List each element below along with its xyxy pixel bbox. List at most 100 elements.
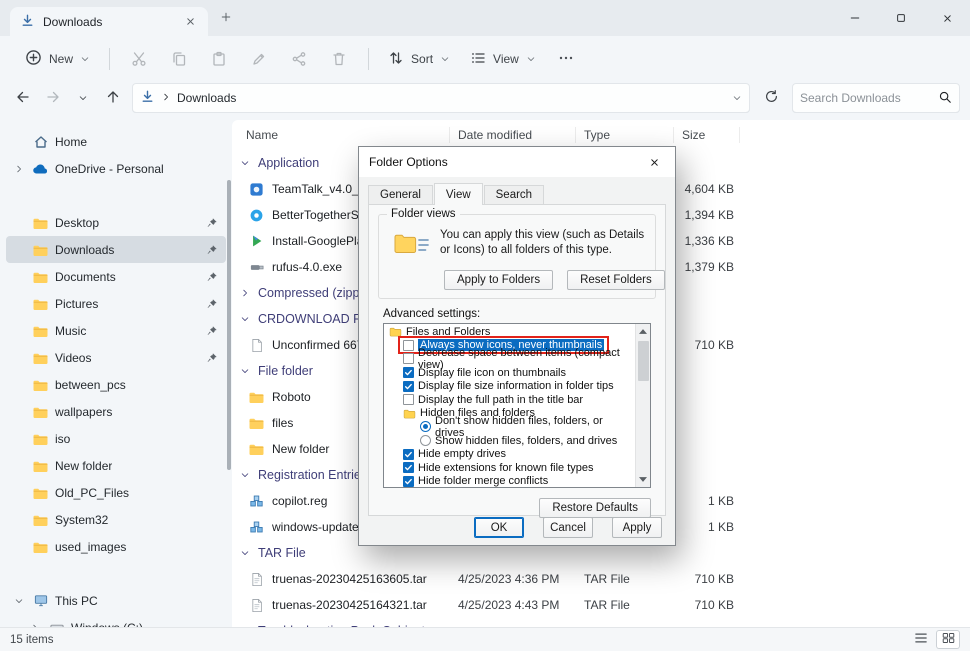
address-dropdown-icon[interactable] bbox=[732, 93, 742, 103]
ok-button[interactable]: OK bbox=[474, 517, 524, 538]
tree-item-hide-empty-drives[interactable]: Hide empty drives bbox=[384, 447, 634, 461]
refresh-button[interactable] bbox=[756, 83, 786, 113]
rename-button[interactable] bbox=[240, 42, 278, 76]
more-options-button[interactable] bbox=[547, 42, 585, 76]
chevron-down-icon[interactable] bbox=[238, 548, 252, 558]
sidebar-item-pictures[interactable]: Pictures bbox=[6, 290, 226, 317]
chevron-right-icon[interactable] bbox=[238, 626, 252, 627]
tab-search[interactable]: Search bbox=[484, 185, 544, 204]
sidebar-item-desktop[interactable]: Desktop bbox=[6, 209, 226, 236]
tree-item-files-and-folders[interactable]: Files and Folders bbox=[384, 325, 634, 339]
tree-item-label[interactable]: Display the full path in the title bar bbox=[418, 394, 583, 406]
sidebar-item-videos[interactable]: Videos bbox=[6, 344, 226, 371]
checkbox[interactable] bbox=[403, 476, 414, 487]
tab-close-icon[interactable] bbox=[180, 12, 200, 32]
tree-item-don-t-show-hidden-files-folders-or-drives[interactable]: Don't show hidden files, folders, or dri… bbox=[384, 420, 634, 434]
checkbox[interactable] bbox=[403, 353, 414, 364]
checkbox[interactable] bbox=[403, 449, 414, 460]
sidebar-scrollbar[interactable] bbox=[227, 180, 231, 470]
tree-item-display-file-size-information-in-folder-tips[interactable]: Display file size information in folder … bbox=[384, 379, 634, 393]
list-scrollbar[interactable] bbox=[635, 324, 650, 487]
copy-button[interactable] bbox=[160, 42, 198, 76]
tree-item-hide-extensions-for-known-file-types[interactable]: Hide extensions for known file types bbox=[384, 461, 634, 475]
details-view-button[interactable] bbox=[909, 630, 933, 649]
tree-item-label[interactable]: Files and Folders bbox=[406, 326, 490, 338]
minimize-button[interactable] bbox=[832, 0, 878, 36]
chevron-down-icon[interactable] bbox=[238, 158, 252, 168]
chevron-down-icon[interactable] bbox=[238, 470, 252, 480]
sidebar-item-system32[interactable]: System32 bbox=[6, 506, 226, 533]
sidebar-item-between-pcs[interactable]: between_pcs bbox=[6, 371, 226, 398]
tab-general[interactable]: General bbox=[368, 185, 433, 204]
checkbox[interactable] bbox=[403, 381, 414, 392]
column-header-type[interactable]: Type bbox=[576, 127, 674, 143]
tree-item-display-the-full-path-in-the-title-bar[interactable]: Display the full path in the title bar bbox=[384, 393, 634, 407]
apply-to-folders-button[interactable]: Apply to Folders bbox=[444, 270, 553, 290]
column-header-name[interactable]: Name bbox=[238, 127, 450, 143]
sidebar-item-iso[interactable]: iso bbox=[6, 425, 226, 452]
dialog-titlebar[interactable]: Folder Options bbox=[359, 147, 675, 177]
sidebar-item-new-folder[interactable]: New folder bbox=[6, 452, 226, 479]
close-button[interactable] bbox=[924, 0, 970, 36]
chevron-down-icon[interactable] bbox=[12, 596, 26, 606]
chevron-right-icon[interactable] bbox=[28, 623, 42, 628]
maximize-button[interactable] bbox=[878, 0, 924, 36]
radio-button[interactable] bbox=[420, 435, 431, 446]
share-button[interactable] bbox=[280, 42, 318, 76]
dialog-close-icon[interactable] bbox=[633, 147, 675, 177]
sidebar-item-documents[interactable]: Documents bbox=[6, 263, 226, 290]
chevron-right-icon[interactable] bbox=[12, 164, 26, 174]
large-icons-view-button[interactable] bbox=[936, 630, 960, 649]
checkbox[interactable] bbox=[403, 394, 414, 405]
tree-item-label[interactable]: Show hidden files, folders, and drives bbox=[435, 435, 617, 447]
forward-button[interactable] bbox=[38, 83, 68, 113]
tree-item-label[interactable]: Display file size information in folder … bbox=[418, 380, 614, 392]
address-input[interactable]: Downloads bbox=[132, 83, 750, 113]
restore-defaults-button[interactable]: Restore Defaults bbox=[539, 498, 651, 518]
checkbox[interactable] bbox=[403, 462, 414, 473]
back-button[interactable] bbox=[8, 83, 38, 113]
column-header-size[interactable]: Size bbox=[674, 127, 740, 143]
group-header-troubleshooting-pack-cabinet[interactable]: Troubleshooting Pack Cabinet bbox=[232, 618, 970, 627]
sidebar-item-music[interactable]: Music bbox=[6, 317, 226, 344]
tab-downloads[interactable]: Downloads bbox=[10, 7, 208, 36]
sidebar-item-onedrive-personal[interactable]: OneDrive - Personal bbox=[6, 155, 226, 182]
tree-item-label[interactable]: Hide extensions for known file types bbox=[418, 462, 593, 474]
apply-button[interactable]: Apply bbox=[612, 517, 662, 538]
checkbox[interactable] bbox=[403, 367, 414, 378]
recent-locations-button[interactable] bbox=[68, 83, 98, 113]
tree-item-label[interactable]: Hide empty drives bbox=[418, 448, 506, 460]
column-header-date-modified[interactable]: Date modified bbox=[450, 127, 576, 143]
radio-button[interactable] bbox=[420, 421, 431, 432]
cancel-button[interactable]: Cancel bbox=[543, 517, 593, 538]
tree-item-hide-folder-merge-conflicts[interactable]: Hide folder merge conflicts bbox=[384, 475, 634, 488]
sidebar-item-old-pc-files[interactable]: Old_PC_Files bbox=[6, 479, 226, 506]
sidebar-item-this-pc[interactable]: This PC bbox=[6, 587, 226, 614]
sidebar-item-windows-c[interactable]: Windows (C:) bbox=[6, 614, 226, 627]
chevron-down-icon[interactable] bbox=[238, 366, 252, 376]
table-row[interactable]: truenas-20230425163605.tar4/25/2023 4:36… bbox=[232, 566, 970, 592]
delete-button[interactable] bbox=[320, 42, 358, 76]
sidebar-item-wallpapers[interactable]: wallpapers bbox=[6, 398, 226, 425]
chevron-right-icon[interactable] bbox=[238, 288, 252, 298]
sidebar-item-home[interactable]: Home bbox=[6, 128, 226, 155]
chevron-down-icon[interactable] bbox=[238, 314, 252, 324]
tree-item-show-hidden-files-folders-and-drives[interactable]: Show hidden files, folders, and drives bbox=[384, 434, 634, 448]
breadcrumb[interactable]: Downloads bbox=[177, 91, 236, 105]
scroll-down-icon[interactable] bbox=[636, 472, 651, 487]
tab-view[interactable]: View bbox=[434, 183, 483, 205]
new-tab-button[interactable] bbox=[216, 7, 236, 27]
table-row[interactable]: truenas-20230425164321.tar4/25/2023 4:43… bbox=[232, 592, 970, 618]
paste-button[interactable] bbox=[200, 42, 238, 76]
sidebar-item-used-images[interactable]: used_images bbox=[6, 533, 226, 560]
scroll-up-icon[interactable] bbox=[636, 324, 651, 339]
sort-button[interactable]: Sort bbox=[379, 43, 459, 76]
new-button[interactable]: New bbox=[16, 42, 99, 76]
tree-item-label[interactable]: Display file icon on thumbnails bbox=[418, 367, 566, 379]
view-button[interactable]: View bbox=[461, 43, 545, 76]
cut-button[interactable] bbox=[120, 42, 158, 76]
tree-item-decrease-space-between-items-compact-view[interactable]: Decrease space between items (compact vi… bbox=[384, 352, 634, 366]
tree-item-label[interactable]: Hide folder merge conflicts bbox=[418, 475, 548, 487]
scroll-thumb[interactable] bbox=[638, 341, 649, 381]
up-button[interactable] bbox=[98, 83, 128, 113]
